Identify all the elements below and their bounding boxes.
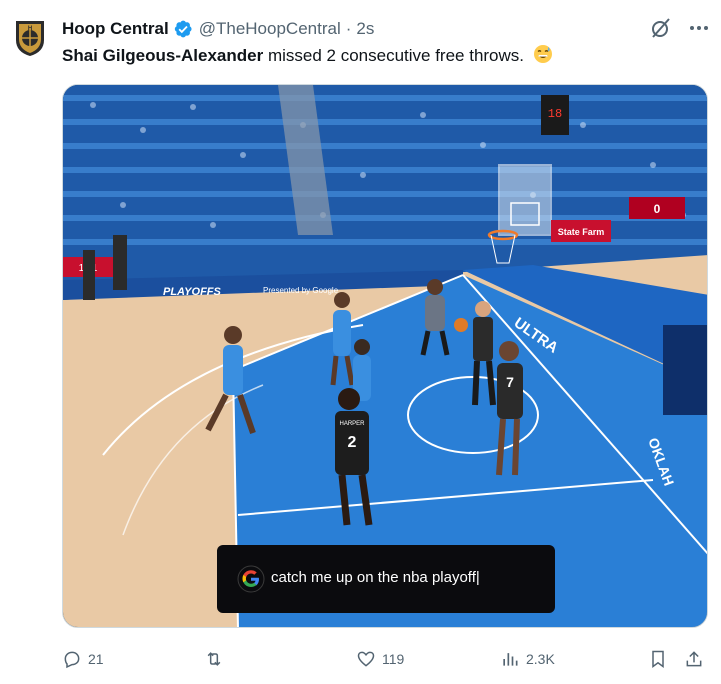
score-box: 0 [654, 202, 661, 216]
jersey-number-2: 2 [348, 434, 357, 451]
bookmark-button[interactable] [648, 644, 668, 674]
player-name: Shai Gilgeous-Alexander [62, 46, 264, 65]
like-button[interactable]: 119 [356, 644, 404, 674]
repost-icon [207, 652, 221, 666]
like-count: 119 [382, 651, 405, 667]
tweet-video[interactable]: 18 State Farm 0 1 11 PLAYOFFS Presented … [62, 84, 708, 628]
verified-badge-icon [173, 19, 193, 39]
grinning-sweat-emoji-icon [533, 44, 553, 64]
grok-icon[interactable] [649, 16, 673, 40]
tweet-body: missed 2 consecutive free throws. [263, 46, 525, 65]
author-avatar[interactable]: H [10, 18, 50, 58]
jersey-name-harper: HARPER [339, 421, 365, 427]
shot-clock: 18 [548, 107, 562, 121]
ai-caption-text: catch me up on the nba playoff| [271, 569, 480, 586]
tweet-header: Hoop Central @TheHoopCentral · 2s [62, 16, 711, 42]
reply-button[interactable]: 21 [62, 644, 104, 674]
views-button[interactable]: 2.3K [500, 644, 555, 674]
tweet-action-bar: 21 119 2.3K [62, 644, 708, 674]
google-g-icon [237, 565, 265, 593]
svg-text:H: H [28, 26, 32, 32]
ai-caption-overlay: catch me up on the nba playoff| [217, 545, 555, 613]
tweet-timestamp[interactable]: 2s [356, 19, 374, 39]
repost-button[interactable] [204, 644, 230, 674]
author-name[interactable]: Hoop Central [62, 19, 169, 39]
analytics-icon [503, 653, 518, 666]
author-handle[interactable]: @TheHoopCentral [199, 19, 341, 39]
presented-by-text: Presented by Google [263, 286, 339, 295]
more-options-icon[interactable] [687, 16, 711, 40]
playoffs-banner: PLAYOFFS [163, 286, 222, 298]
view-count: 2.3K [526, 651, 555, 667]
statefarm-banner: State Farm [558, 227, 605, 237]
tweet-text: Shai Gilgeous-Alexander missed 2 consecu… [62, 44, 701, 68]
share-icon [686, 651, 702, 667]
bookmark-icon [652, 650, 664, 668]
heart-icon [357, 651, 375, 667]
reply-icon [64, 651, 80, 669]
share-button[interactable] [684, 644, 704, 674]
separator-dot: · [345, 19, 352, 38]
hoop-central-logo: H [16, 21, 44, 56]
jersey-number-7: 7 [506, 374, 514, 390]
reply-count: 21 [88, 651, 104, 667]
